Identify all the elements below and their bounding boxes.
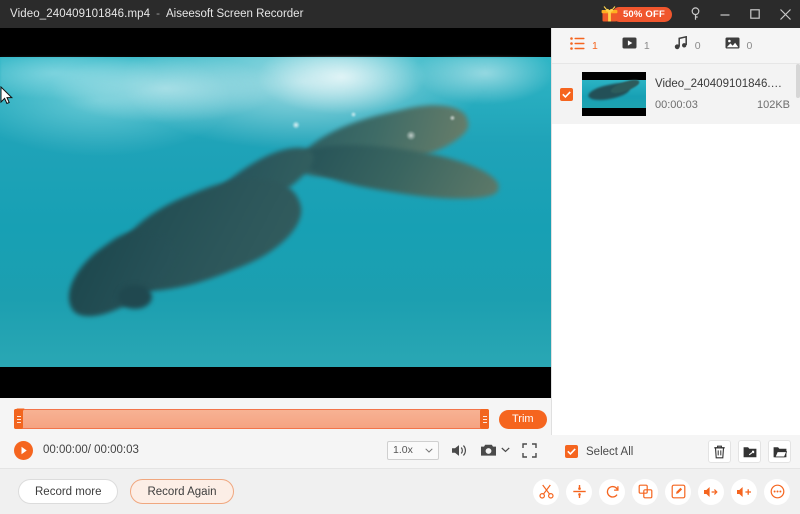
edit-icon[interactable] [665, 479, 691, 505]
timeline-row: Trim [0, 406, 551, 432]
gift-icon [600, 5, 619, 24]
time-display: 00:00:00/ 00:00:03 [43, 444, 139, 456]
play-button[interactable] [14, 441, 33, 460]
list-icon [570, 37, 585, 55]
audio-export-icon[interactable] [698, 479, 724, 505]
promo-badge[interactable]: 50% OFF [600, 5, 672, 24]
key-icon[interactable] [680, 0, 710, 28]
list-item[interactable]: Video_240409101846.mp4 00:00:03 102KB [552, 64, 800, 124]
title-separator: - [150, 8, 166, 20]
water-bubbles [250, 97, 480, 167]
file-list-scrollbar[interactable] [796, 64, 800, 98]
file-duration: 00:00:03 [655, 99, 698, 111]
right-panel: 1 1 0 [551, 28, 800, 468]
tab-audio-files[interactable]: 0 [668, 31, 707, 61]
snapshot-chevron-down-icon[interactable] [501, 447, 510, 453]
file-name: Video_240409101846.mp4 [655, 78, 790, 90]
tab-video-count: 1 [644, 40, 650, 52]
player-controls: Trim 00:00:00/ 00:00:03 1.0x [0, 398, 551, 468]
select-all-checkbox[interactable] [565, 445, 578, 458]
swimmer-foot [118, 285, 152, 309]
window-file-title: Video_240409101846.mp4 [0, 8, 150, 20]
convert-icon[interactable] [599, 479, 625, 505]
promo-discount-label: 50% OFF [612, 7, 672, 22]
select-all-row: Select All [551, 435, 800, 468]
timeline-track[interactable] [14, 409, 489, 429]
tab-image-files[interactable]: 0 [719, 31, 759, 61]
tab-all-count: 1 [592, 40, 598, 52]
video-icon [622, 36, 637, 55]
camera-icon[interactable] [480, 443, 497, 457]
close-button[interactable] [770, 0, 800, 28]
trim-handle-left[interactable] [14, 409, 23, 429]
timeline-selection [15, 410, 488, 428]
music-icon [674, 36, 688, 55]
merge-icon[interactable] [632, 479, 658, 505]
trim-button[interactable]: Trim [499, 410, 547, 429]
file-submeta: 00:00:03 102KB [655, 99, 790, 111]
volume-icon[interactable] [451, 443, 468, 458]
tab-audio-count: 0 [695, 40, 701, 52]
file-metadata: Video_240409101846.mp4 00:00:03 102KB [655, 78, 790, 111]
more-icon[interactable] [764, 479, 790, 505]
scissors-icon[interactable] [533, 479, 559, 505]
playback-speed-select[interactable]: 1.0x [387, 441, 439, 460]
split-icon[interactable] [566, 479, 592, 505]
trash-icon[interactable] [708, 440, 731, 463]
video-frame [0, 57, 551, 367]
video-thumbnail [582, 72, 646, 116]
media-type-tabs: 1 1 0 [552, 28, 800, 64]
minimize-button[interactable] [710, 0, 740, 28]
file-list[interactable]: Video_240409101846.mp4 00:00:03 102KB [552, 64, 800, 468]
image-icon [725, 36, 740, 55]
app-name-label: Aiseesoft Screen Recorder [166, 8, 303, 20]
audio-add-icon[interactable] [731, 479, 757, 505]
tab-all-files[interactable]: 1 [564, 31, 604, 61]
select-all-label: Select All [586, 446, 633, 458]
playback-speed-value: 1.0x [393, 444, 413, 456]
file-size: 102KB [757, 99, 790, 111]
fullscreen-icon[interactable] [522, 443, 537, 458]
trim-handle-right[interactable] [480, 409, 489, 429]
tab-image-count: 0 [747, 40, 753, 52]
record-more-button[interactable]: Record more [18, 479, 118, 504]
chevron-down-icon [425, 444, 433, 456]
playback-controls-row: 00:00:00/ 00:00:03 1.0x [0, 436, 551, 464]
file-checkbox[interactable] [560, 88, 573, 101]
mouse-cursor-icon [0, 86, 14, 106]
bottom-toolbar: Record more Record Again [0, 468, 800, 514]
tab-video-files[interactable]: 1 [616, 31, 656, 61]
maximize-button[interactable] [740, 0, 770, 28]
title-bar: Video_240409101846.mp4 - Aiseesoft Scree… [0, 0, 800, 28]
folder-open-icon[interactable] [768, 440, 791, 463]
video-preview[interactable] [0, 28, 551, 398]
record-again-button[interactable]: Record Again [130, 479, 233, 504]
app-window: Video_240409101846.mp4 - Aiseesoft Scree… [0, 0, 800, 514]
folder-share-icon[interactable] [738, 440, 761, 463]
